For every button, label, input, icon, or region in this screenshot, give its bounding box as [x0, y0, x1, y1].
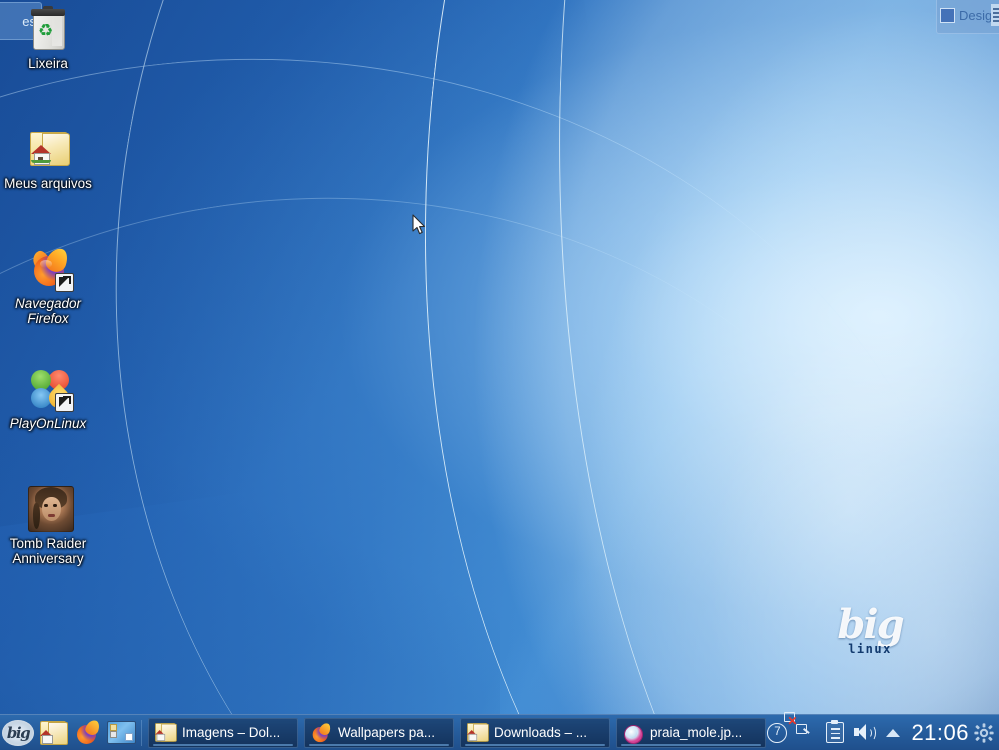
- task-button-downloads[interactable]: Downloads – ...: [460, 717, 610, 748]
- image-viewer-icon: [623, 723, 643, 744]
- taskbar[interactable]: big Imagens – Dol... Wallpapers pa... Do…: [0, 711, 999, 750]
- task-buttons: Imagens – Dol... Wallpapers pa... Downlo…: [146, 717, 766, 748]
- firefox-icon: [311, 721, 332, 743]
- clipboard-icon[interactable]: [825, 719, 845, 743]
- task-button-wallpapers[interactable]: Wallpapers pa...: [304, 717, 454, 748]
- shortcut-emblem-icon: [55, 273, 74, 292]
- task-button-label: Downloads – ...: [494, 725, 588, 740]
- playonlinux-icon: [24, 364, 74, 413]
- watermark-brand: big: [837, 601, 904, 648]
- shortcut-emblem-icon: [55, 393, 74, 412]
- desktop[interactable]: es Desig ♻ Lixeira Meus arquivos Navegad…: [0, 0, 999, 750]
- desktop-icon-label: Tomb Raider Anniversary: [9, 536, 87, 566]
- desktop-icon-label: PlayOnLinux: [9, 416, 87, 431]
- gear-icon: [974, 722, 994, 743]
- desktop-icon-playonlinux[interactable]: PlayOnLinux: [0, 364, 96, 431]
- desktop-icon-tomb-raider-anniversary[interactable]: Tomb Raider Anniversary: [0, 484, 96, 566]
- desktop-icon-label: Navegador Firefox: [14, 296, 82, 326]
- firefox-icon: [24, 244, 74, 292]
- taskbar-divider: [141, 719, 142, 746]
- start-menu-button[interactable]: big: [1, 716, 35, 750]
- updates-count: 7: [767, 722, 788, 743]
- panel-settings-icon[interactable]: [973, 722, 995, 744]
- window-title: Desig: [959, 7, 993, 23]
- desktop-icon-meus-arquivos[interactable]: Meus arquivos: [0, 124, 96, 191]
- task-button-label: Imagens – Dol...: [182, 725, 281, 740]
- task-button-praia-mole[interactable]: praia_mole.jp...: [616, 717, 766, 748]
- file-manager-launcher[interactable]: [37, 717, 69, 749]
- desktop-icon-label: Lixeira: [28, 56, 68, 71]
- firefox-icon: [75, 718, 101, 745]
- show-desktop-button[interactable]: [105, 717, 137, 749]
- show-desktop-icon: [106, 721, 136, 744]
- start-button-label: big: [6, 723, 31, 742]
- chevron-up-icon: [886, 728, 901, 737]
- network-disconnected-icon[interactable]: ✕: [784, 711, 816, 743]
- system-tray: 7 ✕: [759, 711, 909, 743]
- desktop-icon-navegador-firefox[interactable]: Navegador Firefox: [0, 244, 96, 326]
- biglinux-logo-icon: big: [2, 719, 34, 746]
- clock[interactable]: 21:06: [909, 720, 973, 746]
- window-content-lines-icon: [991, 4, 999, 26]
- home-folder-icon: [40, 721, 68, 745]
- window-app-icon: [940, 7, 955, 23]
- taskbar-launchers: big: [0, 716, 137, 750]
- desktop-icon-label: Meus arquivos: [4, 176, 92, 191]
- show-hidden-tray-icon[interactable]: [883, 723, 903, 743]
- biglinux-watermark: big linux: [824, 604, 916, 666]
- firefox-launcher[interactable]: [71, 717, 103, 749]
- tomb-raider-icon: [24, 484, 74, 532]
- home-folder-icon: [24, 124, 72, 172]
- volume-icon[interactable]: [854, 723, 877, 743]
- trash-icon: ♻: [24, 4, 72, 52]
- task-button-label: Wallpapers pa...: [338, 725, 436, 740]
- task-button-label: praia_mole.jp...: [650, 725, 743, 740]
- folder-icon: [467, 722, 489, 743]
- top-right-window-fragment[interactable]: Desig: [936, 0, 999, 34]
- folder-icon: [155, 722, 177, 743]
- updates-badge-icon[interactable]: 7: [767, 722, 788, 743]
- task-button-imagens[interactable]: Imagens – Dol...: [148, 717, 298, 748]
- desktop-icon-lixeira[interactable]: ♻ Lixeira: [0, 4, 96, 71]
